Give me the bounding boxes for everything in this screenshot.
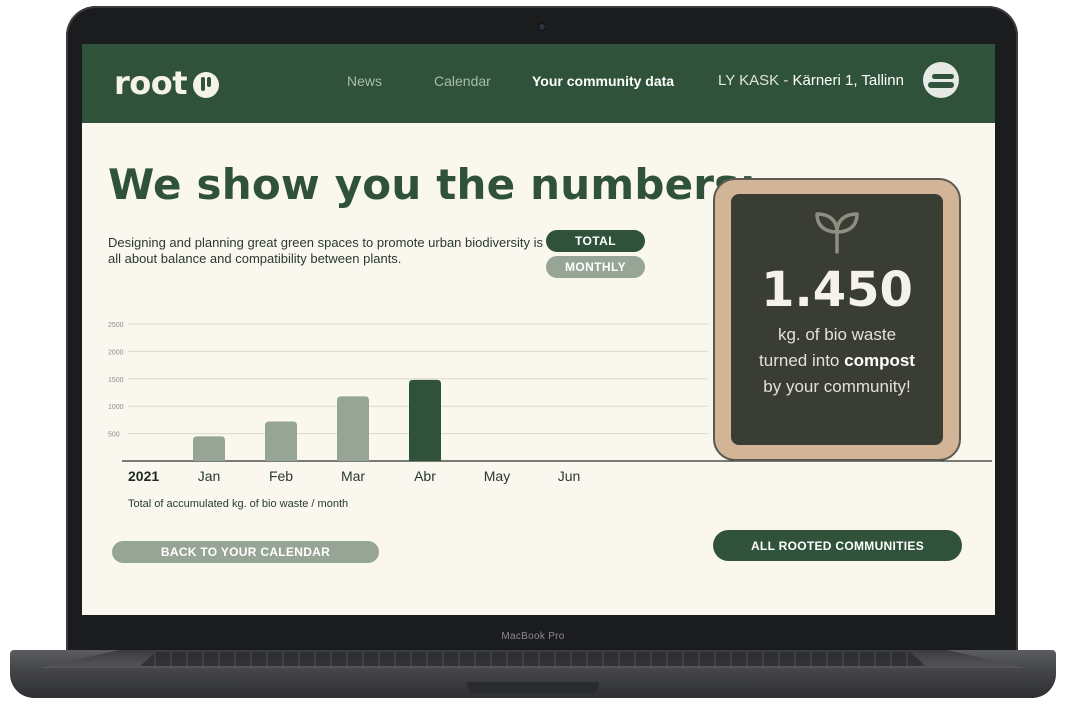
compost-line-2: turned into compost xyxy=(731,348,943,374)
avatar-stripe xyxy=(932,74,954,79)
compost-stat-card: 1.450 kg. of bio waste turned into compo… xyxy=(713,178,961,461)
back-to-calendar-button[interactable]: BACK TO YOUR CALENDAR xyxy=(112,541,379,563)
nav-link-news[interactable]: News xyxy=(347,73,382,89)
logo-icon xyxy=(193,72,220,98)
y-tick-label: 1500 xyxy=(108,377,124,384)
x-tick-label: Jan xyxy=(198,468,221,484)
location-prefix: LY KASK - xyxy=(718,72,793,89)
x-tick-label: Feb xyxy=(269,468,293,484)
avatar-stripe xyxy=(928,82,954,88)
bar-mar xyxy=(337,396,369,461)
bar-abr xyxy=(409,379,441,461)
x-tick-label: May xyxy=(484,468,510,484)
laptop-notch xyxy=(467,682,599,694)
compost-line-1: kg. of bio waste xyxy=(777,325,897,344)
location-address: Kärneri 1, Tallinn xyxy=(792,72,904,89)
sprout-icon xyxy=(815,212,859,254)
logo[interactable]: root xyxy=(114,64,220,102)
logo-text: root xyxy=(114,64,188,102)
avatar[interactable] xyxy=(923,62,959,98)
x-tick-label: Abr xyxy=(414,468,436,484)
page-description: Designing and planning great green space… xyxy=(108,235,544,266)
y-tick-label: 1000 xyxy=(108,404,124,411)
compost-stat-panel: 1.450 kg. of bio waste turned into compo… xyxy=(731,194,943,445)
device-label: MacBook Pro xyxy=(501,631,565,642)
compost-line-2-prefix: turned into xyxy=(759,351,845,370)
total-toggle-button[interactable]: TOTAL xyxy=(546,230,645,252)
year-label: 2021 xyxy=(128,468,159,484)
bar-feb xyxy=(265,421,297,461)
x-tick-label: Mar xyxy=(341,468,365,484)
screen: root News Calendar Your community data L… xyxy=(82,44,995,615)
top-nav: root News Calendar Your community data L… xyxy=(82,44,995,123)
compost-description: kg. of bio waste turned into compost by … xyxy=(731,322,943,400)
nav-link-community-data[interactable]: Your community data xyxy=(532,73,674,89)
monthly-toggle-button[interactable]: MONTHLY xyxy=(546,256,645,278)
compost-line-3: by your community! xyxy=(763,377,911,396)
nav-link-calendar[interactable]: Calendar xyxy=(434,73,491,89)
bar-jan xyxy=(193,436,225,461)
all-rooted-communities-button[interactable]: ALL ROOTED COMMUNITIES xyxy=(713,530,962,561)
page-title: We show you the numbers: xyxy=(108,160,757,209)
y-tick-label: 2000 xyxy=(108,349,124,356)
y-tick-label: 500 xyxy=(108,432,120,439)
chart-caption: Total of accumulated kg. of bio waste / … xyxy=(128,498,349,510)
community-location[interactable]: LY KASK - Kärneri 1, Tallinn xyxy=(718,72,904,89)
keyboard xyxy=(140,652,926,666)
x-tick-label: Jun xyxy=(558,468,581,484)
camera-icon xyxy=(539,24,545,30)
compost-value: 1.450 xyxy=(761,262,913,318)
y-tick-label: 2500 xyxy=(108,322,124,329)
compost-line-2-bold: compost xyxy=(844,351,915,370)
